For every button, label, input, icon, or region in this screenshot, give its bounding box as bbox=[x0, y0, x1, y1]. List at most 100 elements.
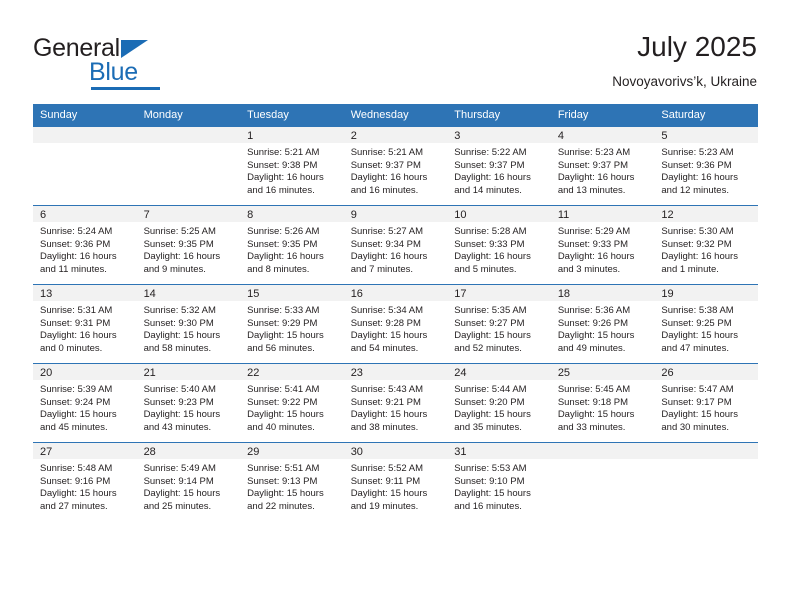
daylight-text-line2: and 11 minutes. bbox=[40, 263, 107, 275]
calendar-day-cell[interactable]: 24 Sunrise: 5:44 AM Sunset: 9:20 PM Dayligh… bbox=[447, 363, 551, 443]
calendar-day-cell[interactable]: 8 Sunrise: 5:26 AM Sunset: 9:35 PM Daylight… bbox=[240, 205, 344, 285]
sunset-text: Sunset: 9:27 PM bbox=[454, 317, 525, 329]
day-details: Sunrise: 5:34 AM Sunset: 9:28 PM Daylight:… bbox=[344, 301, 448, 355]
day-number: 12 bbox=[654, 206, 758, 222]
daylight-text-line2: and 7 minutes. bbox=[350, 263, 414, 275]
calendar-day-cell[interactable]: 16 Sunrise: 5:34 AM Sunset: 9:28 PM Dayligh… bbox=[343, 284, 448, 364]
calendar-day-cell[interactable]: 5 Sunrise: 5:23 AM Sunset: 9:36 PM Daylight… bbox=[654, 126, 758, 206]
calendar-day-cell[interactable]: 23 Sunrise: 5:43 AM Sunset: 9:21 PM Dayligh… bbox=[343, 363, 448, 443]
daylight-text-line2: and 16 minutes. bbox=[350, 184, 419, 196]
calendar-day-cell[interactable]: 7 Sunrise: 5:25 AM Sunset: 9:35 PM Daylight… bbox=[136, 205, 241, 285]
day-details: Sunrise: 5:25 AM Sunset: 9:35 PM Daylight:… bbox=[137, 222, 241, 276]
calendar-day-cell[interactable]: 27 Sunrise: 5:48 AM Sunset: 9:16 PM Dayligh… bbox=[33, 442, 137, 521]
sunrise-text: Sunrise: 5:45 AM bbox=[557, 384, 631, 395]
daylight-text-line2: and 33 minutes. bbox=[557, 421, 626, 433]
calendar-day-cell[interactable]: 21 Sunrise: 5:40 AM Sunset: 9:23 PM Dayligh… bbox=[136, 363, 241, 443]
calendar-day-cell[interactable]: 3 Sunrise: 5:22 AM Sunset: 9:37 PM Daylight… bbox=[447, 126, 551, 206]
calendar-body: 1 Sunrise: 5:21 AM Sunset: 9:38 PM Daylight… bbox=[33, 126, 758, 521]
day-number bbox=[136, 127, 241, 143]
calendar-day-cell[interactable]: 20 Sunrise: 5:39 AM Sunset: 9:24 PM Dayligh… bbox=[33, 363, 137, 443]
calendar-day-cell[interactable]: 15 Sunrise: 5:33 AM Sunset: 9:29 PM Dayligh… bbox=[240, 284, 344, 364]
calendar-day-cell[interactable]: 1 Sunrise: 5:21 AM Sunset: 9:38 PM Daylight… bbox=[240, 126, 344, 206]
day-number: 3 bbox=[447, 127, 551, 143]
day-details: Sunrise: 5:33 AM Sunset: 9:29 PM Daylight:… bbox=[240, 301, 344, 355]
sunrise-text: Sunrise: 5:52 AM bbox=[350, 463, 424, 474]
sunset-text: Sunset: 9:33 PM bbox=[454, 238, 525, 250]
calendar-grid: Sunday Monday Tuesday Wednesday Thursday… bbox=[33, 104, 758, 521]
daylight-text-line2: and 22 minutes. bbox=[247, 500, 315, 512]
daylight-text-line2: and 16 minutes. bbox=[247, 184, 315, 196]
sunrise-text: Sunrise: 5:47 AM bbox=[661, 384, 734, 395]
sunset-text: Sunset: 9:29 PM bbox=[247, 317, 318, 329]
sunrise-text: Sunrise: 5:23 AM bbox=[557, 147, 631, 158]
day-number: 19 bbox=[654, 285, 758, 301]
calendar-day-cell[interactable]: 14 Sunrise: 5:32 AM Sunset: 9:30 PM Dayligh… bbox=[136, 284, 241, 364]
daylight-text-line1: Daylight: 15 hours bbox=[454, 488, 531, 500]
day-details: Sunrise: 5:45 AM Sunset: 9:18 PM Daylight:… bbox=[551, 380, 655, 434]
sunrise-text: Sunrise: 5:28 AM bbox=[454, 226, 527, 237]
sunset-text: Sunset: 9:36 PM bbox=[40, 238, 111, 250]
daylight-text-line1: Daylight: 15 hours bbox=[143, 409, 221, 421]
sunrise-text: Sunrise: 5:49 AM bbox=[143, 463, 216, 474]
day-details: Sunrise: 5:21 AM Sunset: 9:37 PM Daylight:… bbox=[344, 143, 448, 197]
calendar-day-cell[interactable]: 11 Sunrise: 5:29 AM Sunset: 9:33 PM Dayligh… bbox=[550, 205, 655, 285]
day-details: Sunrise: 5:49 AM Sunset: 9:14 PM Daylight:… bbox=[137, 459, 241, 513]
daylight-text-line1: Daylight: 15 hours bbox=[350, 330, 428, 342]
sunrise-text: Sunrise: 5:30 AM bbox=[661, 226, 734, 237]
daylight-text-line1: Daylight: 16 hours bbox=[247, 251, 324, 263]
calendar-day-cell[interactable]: 26 Sunrise: 5:47 AM Sunset: 9:17 PM Dayligh… bbox=[654, 363, 758, 443]
day-number: 10 bbox=[447, 206, 551, 222]
day-number: 15 bbox=[240, 285, 344, 301]
page-title: July 2025 bbox=[637, 31, 757, 62]
calendar-day-cell[interactable]: 13 Sunrise: 5:31 AM Sunset: 9:31 PM Dayligh… bbox=[33, 284, 137, 364]
daylight-text-line2: and 5 minutes. bbox=[454, 263, 517, 275]
weekday-header-row: Sunday Monday Tuesday Wednesday Thursday… bbox=[33, 104, 758, 127]
logo-text-blue: Blue bbox=[89, 58, 138, 86]
calendar-day-cell[interactable]: 17 Sunrise: 5:35 AM Sunset: 9:27 PM Dayligh… bbox=[447, 284, 551, 364]
day-number: 4 bbox=[550, 127, 655, 143]
calendar-day-cell[interactable]: 29 Sunrise: 5:51 AM Sunset: 9:13 PM Dayligh… bbox=[240, 442, 344, 521]
sunset-text: Sunset: 9:38 PM bbox=[247, 159, 318, 171]
day-details: Sunrise: 5:21 AM Sunset: 9:38 PM Daylight:… bbox=[240, 143, 344, 197]
calendar-day-cell[interactable]: 30 Sunrise: 5:52 AM Sunset: 9:11 PM Dayligh… bbox=[343, 442, 448, 521]
calendar-day-cell[interactable]: 28 Sunrise: 5:49 AM Sunset: 9:14 PM Dayligh… bbox=[136, 442, 241, 521]
day-number: 22 bbox=[240, 364, 344, 380]
calendar-day-cell[interactable]: 10 Sunrise: 5:28 AM Sunset: 9:33 PM Dayligh… bbox=[447, 205, 551, 285]
daylight-text-line1: Daylight: 15 hours bbox=[454, 330, 531, 342]
calendar-day-cell[interactable]: 19 Sunrise: 5:38 AM Sunset: 9:25 PM Dayligh… bbox=[654, 284, 758, 364]
calendar-week-row: 1 Sunrise: 5:21 AM Sunset: 9:38 PM Daylight… bbox=[33, 126, 758, 206]
calendar-day-cell[interactable]: 2 Sunrise: 5:21 AM Sunset: 9:37 PM Daylight… bbox=[343, 126, 448, 206]
daylight-text-line2: and 54 minutes. bbox=[350, 342, 419, 354]
day-details: Sunrise: 5:24 AM Sunset: 9:36 PM Daylight:… bbox=[33, 222, 137, 276]
calendar-day-cell[interactable]: 25 Sunrise: 5:45 AM Sunset: 9:18 PM Dayligh… bbox=[550, 363, 655, 443]
daylight-text-line1: Daylight: 16 hours bbox=[350, 251, 428, 263]
day-details: Sunrise: 5:39 AM Sunset: 9:24 PM Daylight:… bbox=[33, 380, 137, 434]
day-number: 6 bbox=[33, 206, 137, 222]
calendar-day-cell[interactable]: 22 Sunrise: 5:41 AM Sunset: 9:22 PM Dayligh… bbox=[240, 363, 344, 443]
day-details: Sunrise: 5:22 AM Sunset: 9:37 PM Daylight:… bbox=[447, 143, 551, 197]
day-number: 26 bbox=[654, 364, 758, 380]
calendar-page: General Blue July 2025 Novoyavorivs’k, U… bbox=[0, 0, 792, 612]
calendar-day-cell[interactable]: 4 Sunrise: 5:23 AM Sunset: 9:37 PM Daylight… bbox=[550, 126, 655, 206]
day-details: Sunrise: 5:26 AM Sunset: 9:35 PM Daylight:… bbox=[240, 222, 344, 276]
calendar-day-cell[interactable]: 18 Sunrise: 5:36 AM Sunset: 9:26 PM Dayligh… bbox=[550, 284, 655, 364]
daylight-text-line2: and 56 minutes. bbox=[247, 342, 315, 354]
sunrise-text: Sunrise: 5:32 AM bbox=[143, 305, 216, 316]
sunrise-text: Sunrise: 5:35 AM bbox=[454, 305, 527, 316]
calendar-day-cell[interactable]: 6 Sunrise: 5:24 AM Sunset: 9:36 PM Daylight… bbox=[33, 205, 137, 285]
day-details: Sunrise: 5:36 AM Sunset: 9:26 PM Daylight:… bbox=[551, 301, 655, 355]
daylight-text-line1: Daylight: 15 hours bbox=[143, 488, 221, 500]
sunset-text: Sunset: 9:21 PM bbox=[350, 396, 421, 408]
calendar-day-cell[interactable]: 9 Sunrise: 5:27 AM Sunset: 9:34 PM Daylight… bbox=[343, 205, 448, 285]
sunset-text: Sunset: 9:37 PM bbox=[454, 159, 525, 171]
daylight-text-line1: Daylight: 15 hours bbox=[247, 488, 324, 500]
daylight-text-line2: and 40 minutes. bbox=[247, 421, 315, 433]
daylight-text-line1: Daylight: 15 hours bbox=[557, 409, 635, 421]
triangle-icon bbox=[121, 40, 148, 58]
daylight-text-line1: Daylight: 15 hours bbox=[557, 330, 635, 342]
sunset-text: Sunset: 9:18 PM bbox=[557, 396, 629, 408]
daylight-text-line2: and 13 minutes. bbox=[557, 184, 626, 196]
calendar-day-cell[interactable]: 12 Sunrise: 5:30 AM Sunset: 9:32 PM Dayligh… bbox=[654, 205, 758, 285]
generalblue-logo[interactable]: General Blue bbox=[33, 34, 263, 92]
calendar-day-cell[interactable]: 31 Sunrise: 5:53 AM Sunset: 9:10 PM Dayligh… bbox=[447, 442, 551, 521]
